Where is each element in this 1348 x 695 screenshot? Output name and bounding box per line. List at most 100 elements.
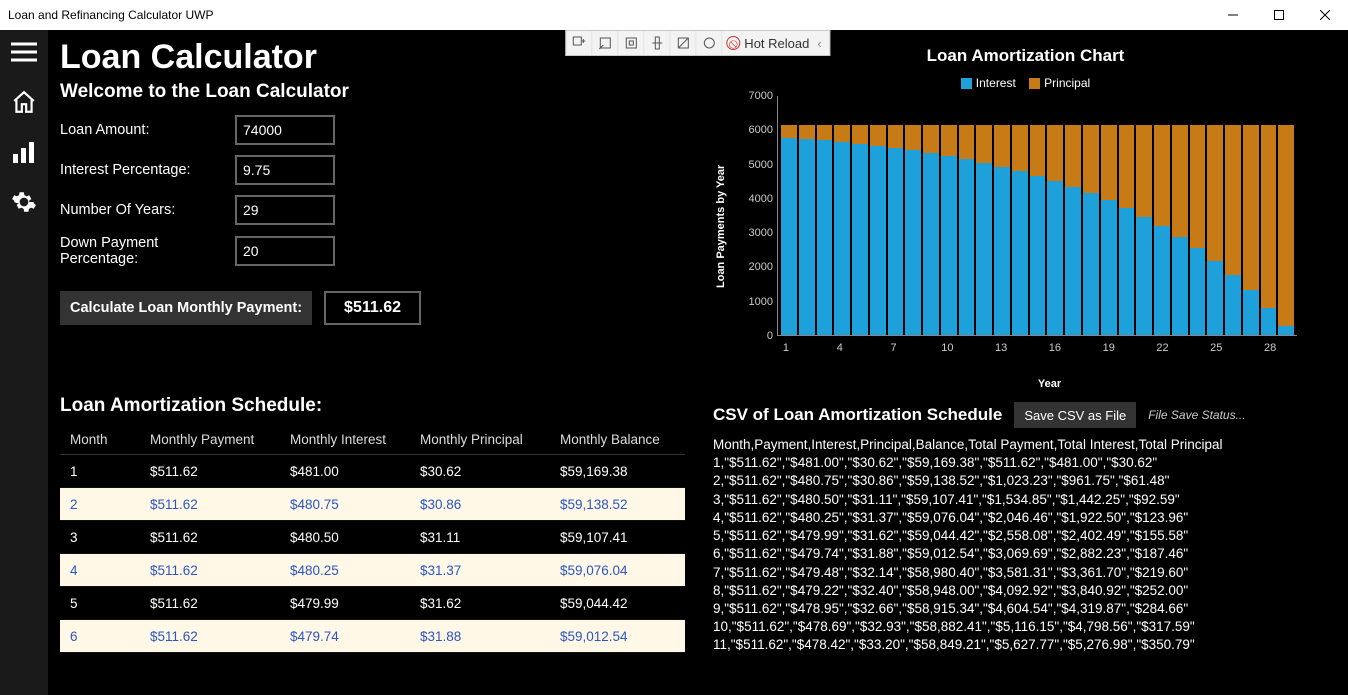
bar-principal [923,125,939,154]
bar-year [834,96,850,335]
bar-interest [1119,208,1135,335]
bar-interest [1154,226,1170,335]
bar-chart-icon[interactable] [8,136,40,168]
hamburger-icon[interactable] [8,36,40,68]
bar-principal [1047,125,1063,182]
bar-year [905,96,921,335]
years-label: Number Of Years: [60,202,235,218]
bar-interest [1030,176,1046,335]
bar-year [781,96,797,335]
bar-interest [1012,171,1028,335]
bar-year [799,96,815,335]
bar-principal [870,125,886,146]
bar-interest [1190,248,1206,335]
cell-month: 1 [60,456,140,487]
save-csv-button[interactable]: Save CSV as File [1014,402,1136,428]
down-payment-input[interactable] [235,236,335,266]
cell-payment: $511.62 [140,555,280,586]
xtick: 1 [776,342,796,354]
vs-tool-3-icon[interactable] [618,31,644,55]
bar-interest [1065,187,1081,335]
bar-principal [888,125,904,148]
bar-interest [959,159,975,335]
table-row[interactable]: 6 $511.62 $479.74 $31.88 $59,012.54 [60,620,685,653]
minimize-button[interactable] [1210,0,1256,30]
col-balance: Monthly Balance [550,424,685,455]
cell-balance: $59,169.38 [550,456,685,487]
ytick: 1000 [729,296,773,308]
sidebar [0,30,48,695]
no-entry-icon: ⦸ [726,36,740,50]
hot-reload-button[interactable]: ⦸ Hot Reload ‹ [722,31,829,55]
xtick: 19 [1099,342,1119,354]
vs-tool-6-icon[interactable] [696,31,722,55]
bar-interest [994,167,1010,335]
cell-payment: $511.62 [140,621,280,652]
xtick: 28 [1260,342,1280,354]
bar-year [1083,96,1099,335]
vs-tool-4-icon[interactable] [644,31,670,55]
bar-principal [1243,125,1259,291]
legend-principal-label: Principal [1044,76,1090,90]
bar-interest [923,153,939,335]
bar-principal [1012,125,1028,171]
legend-principal-swatch [1029,78,1040,89]
table-row[interactable]: 3 $511.62 $480.50 $31.11 $59,107.41 [60,521,685,554]
table-row[interactable]: 2 $511.62 $480.75 $30.86 $59,138.52 [60,488,685,521]
bar-principal [1172,125,1188,237]
interest-input[interactable] [235,155,335,185]
cell-principal: $31.37 [410,555,550,586]
cell-month: 3 [60,522,140,553]
chart-legend: Interest Principal [713,76,1338,90]
calculate-button[interactable]: Calculate Loan Monthly Payment: [60,291,312,325]
chart-xlabel: Year [761,378,1338,390]
close-button[interactable] [1302,0,1348,30]
cell-month: 6 [60,621,140,652]
vs-debug-toolbar: ⦸ Hot Reload ‹ [565,30,830,56]
bar-principal [1190,125,1206,249]
bar-year [1172,96,1188,335]
cell-principal: $31.11 [410,522,550,553]
table-row[interactable]: 5 $511.62 $479.99 $31.62 $59,044.42 [60,587,685,620]
bar-principal [852,125,868,144]
vs-tool-1-icon[interactable] [566,31,592,55]
bar-principal [1136,125,1152,217]
file-save-status: File Save Status... [1148,408,1245,422]
bar-interest [834,142,850,335]
cell-balance: $59,107.41 [550,522,685,553]
loan-amount-input[interactable] [235,115,335,145]
bar-interest [1225,275,1241,335]
legend-interest-swatch [961,78,972,89]
bar-principal [905,125,921,151]
cell-interest: $480.25 [280,555,410,586]
cell-balance: $59,138.52 [550,489,685,520]
loan-amount-label: Loan Amount: [60,122,235,138]
table-row[interactable]: 1 $511.62 $481.00 $30.62 $59,169.38 [60,455,685,488]
vs-tool-5-icon[interactable] [670,31,696,55]
bar-year [1047,96,1063,335]
cell-interest: $481.00 [280,456,410,487]
cell-payment: $511.62 [140,522,280,553]
bar-year [870,96,886,335]
schedule-title: Loan Amortization Schedule: [60,395,701,417]
bar-principal [1119,125,1135,209]
bar-year [1136,96,1152,335]
vs-tool-2-icon[interactable] [592,31,618,55]
col-principal: Monthly Principal [410,424,550,455]
years-input[interactable] [235,195,335,225]
home-icon[interactable] [8,86,40,118]
bar-principal [1261,125,1277,308]
maximize-button[interactable] [1256,0,1302,30]
chart-ylabel: Loan Payments by Year [713,96,729,356]
cell-balance: $59,044.42 [550,588,685,619]
bar-year [1207,96,1223,335]
bar-interest [1278,326,1294,335]
bar-principal [1030,125,1046,176]
bar-principal [781,125,797,138]
legend-interest-label: Interest [976,76,1016,90]
chart-plot [777,96,1297,336]
table-row[interactable]: 4 $511.62 $480.25 $31.37 $59,076.04 [60,554,685,587]
bar-year [1154,96,1170,335]
xtick: 7 [884,342,904,354]
gear-icon[interactable] [8,186,40,218]
